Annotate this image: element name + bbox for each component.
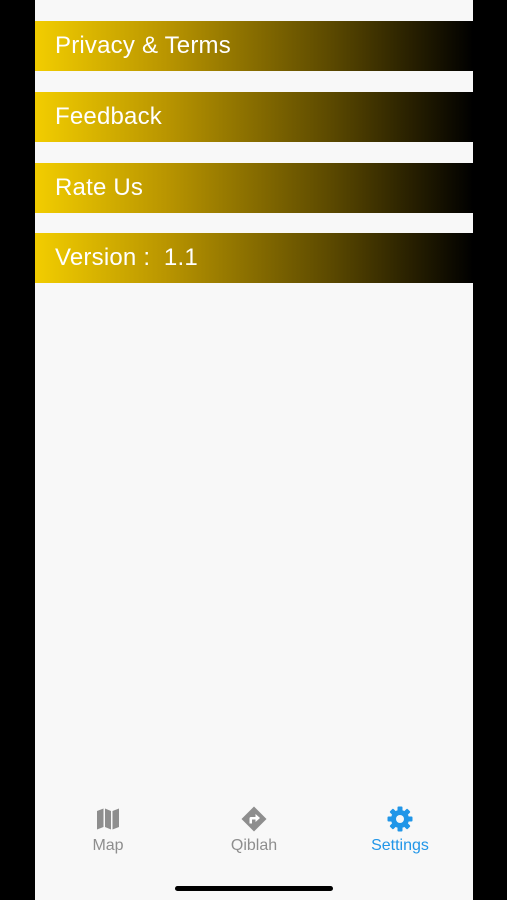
rate-us-row[interactable]: Rate Us [35, 163, 473, 213]
rate-us-label: Rate Us [55, 174, 144, 201]
direction-sign-icon [241, 806, 267, 832]
feedback-row[interactable]: Feedback [35, 92, 473, 142]
version-row: Version : 1.1 [35, 233, 473, 283]
privacy-terms-row[interactable]: Privacy & Terms [35, 21, 473, 71]
tab-qiblah-label: Qiblah [230, 837, 278, 854]
tab-settings[interactable]: Settings [340, 805, 460, 855]
home-indicator [175, 886, 333, 891]
tab-bar: Map Qiblah Settings [35, 785, 473, 900]
tab-qiblah[interactable]: Qiblah [194, 805, 314, 855]
gear-icon [387, 806, 413, 832]
settings-screen: Privacy & Terms Feedback Rate Us Version… [35, 0, 473, 900]
version-label: Version : 1.1 [55, 244, 198, 271]
map-icon [97, 808, 119, 830]
tab-settings-label: Settings [371, 837, 429, 854]
tab-map-label: Map [92, 837, 124, 854]
feedback-label: Feedback [55, 103, 162, 130]
privacy-terms-label: Privacy & Terms [55, 32, 231, 59]
tab-map[interactable]: Map [48, 805, 168, 855]
